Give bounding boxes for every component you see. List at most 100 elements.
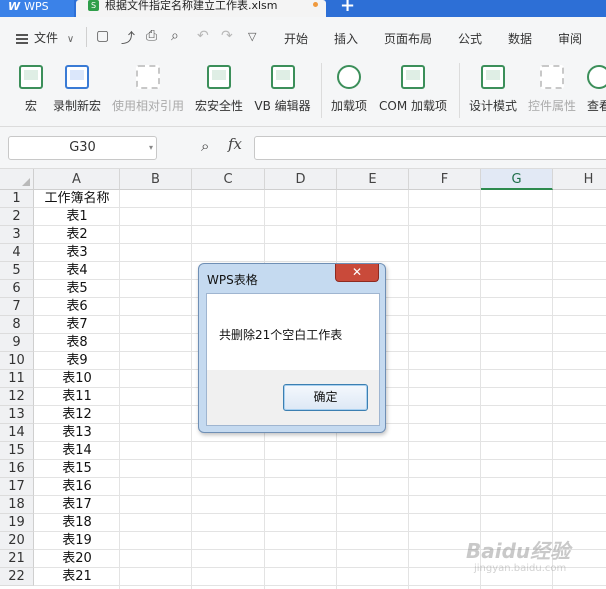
column-header-d[interactable]: D [265, 169, 337, 190]
table-cell[interactable]: 表10 [34, 370, 120, 388]
column-header-g[interactable]: G [481, 169, 553, 190]
table-cell[interactable]: 表19 [34, 532, 120, 550]
row-header[interactable]: 12 [0, 388, 34, 406]
row-header[interactable]: 6 [0, 280, 34, 298]
customize-quick-access-icon[interactable]: ▽ [248, 30, 256, 43]
table-cell[interactable]: 表3 [34, 244, 120, 262]
table-cell[interactable]: 表5 [34, 280, 120, 298]
zoom-search-icon[interactable]: ⌕ [201, 137, 209, 155]
vb-editor-icon [270, 65, 295, 89]
table-cell[interactable]: 表1 [34, 208, 120, 226]
row-header[interactable]: 7 [0, 298, 34, 316]
row-header[interactable]: 1 [0, 190, 34, 208]
macro-security-button[interactable]: 宏安全性 [194, 65, 244, 114]
table-cell[interactable]: 表18 [34, 514, 120, 532]
design-mode-label: 设计模式 [468, 99, 517, 113]
column-header-e[interactable]: E [337, 169, 409, 190]
control-properties-button[interactable]: 控件属性 [527, 65, 577, 114]
print-icon[interactable]: ⎙ [146, 28, 157, 44]
row-header[interactable]: 16 [0, 460, 34, 478]
table-cell[interactable]: 表17 [34, 496, 120, 514]
design-mode-button[interactable]: 设计模式 [468, 65, 518, 114]
menu-item-review[interactable]: 审阅 [558, 30, 582, 47]
formula-input[interactable] [254, 136, 606, 160]
row-header[interactable]: 4 [0, 244, 34, 262]
column-header-f[interactable]: F [409, 169, 481, 190]
record-macro-button[interactable]: 录制新宏 [52, 65, 102, 114]
app-tab[interactable]: W WPS [0, 0, 74, 17]
menu-item-insert[interactable]: 插入 [334, 30, 358, 47]
close-button[interactable]: ✕ [335, 264, 379, 282]
table-cell[interactable]: 表13 [34, 424, 120, 442]
table-cell[interactable]: 表9 [34, 352, 120, 370]
table-cell[interactable]: 表16 [34, 478, 120, 496]
menu-item-page-layout[interactable]: 页面布局 [384, 30, 432, 47]
column-gridline [191, 190, 192, 589]
table-cell[interactable]: 表12 [34, 406, 120, 424]
gear-icon [337, 65, 361, 89]
table-cell[interactable]: 表4 [34, 262, 120, 280]
watermark-url: jingyan.baidu.com [474, 563, 567, 574]
vb-editor-button[interactable]: VB 编辑器 [254, 65, 311, 114]
column-header-b[interactable]: B [120, 169, 192, 190]
row-header[interactable]: 18 [0, 496, 34, 514]
name-box[interactable]: G30 ▾ [8, 136, 157, 160]
add-ins-button[interactable]: 加载项 [330, 65, 368, 114]
row-header[interactable]: 17 [0, 478, 34, 496]
select-all-corner[interactable] [0, 169, 34, 190]
row-header[interactable]: 10 [0, 352, 34, 370]
row-header[interactable]: 14 [0, 424, 34, 442]
hamburger-icon [16, 32, 28, 46]
com-add-ins-button[interactable]: COM 加载项 [377, 65, 449, 114]
row-header[interactable]: 11 [0, 370, 34, 388]
table-cell[interactable]: 表7 [34, 316, 120, 334]
row-header[interactable]: 21 [0, 550, 34, 568]
row-header[interactable]: 22 [0, 568, 34, 586]
relative-reference-button[interactable]: 使用相对引用 [111, 65, 185, 114]
row-header[interactable]: 20 [0, 532, 34, 550]
row-header[interactable]: 5 [0, 262, 34, 280]
menu-item-formulas[interactable]: 公式 [458, 30, 482, 47]
row-header[interactable]: 8 [0, 316, 34, 334]
view-code-button[interactable]: 查看 [586, 65, 606, 114]
new-tab-button[interactable]: + [340, 0, 355, 15]
row-header[interactable]: 19 [0, 514, 34, 532]
menu-item-home[interactable]: 开始 [284, 30, 308, 47]
table-cell[interactable]: 表21 [34, 568, 120, 586]
unsaved-dot-icon [313, 2, 318, 7]
ok-button[interactable]: 确定 [283, 384, 368, 411]
file-tab[interactable]: S 根据文件指定名称建立工作表.xlsm [76, 0, 326, 17]
row-header[interactable]: 9 [0, 334, 34, 352]
table-cell[interactable]: 表2 [34, 226, 120, 244]
undo-icon[interactable]: ↶ [197, 28, 209, 44]
column-header-a[interactable]: A [34, 169, 120, 190]
title-tab-bar: W WPS S 根据文件指定名称建立工作表.xlsm + [0, 0, 606, 17]
dialog-title: WPS表格 [207, 273, 258, 287]
insert-function-button[interactable]: fx [228, 135, 242, 153]
message-dialog: WPS表格 ✕ 共删除21个空白工作表 确定 [198, 263, 386, 433]
menu-item-data[interactable]: 数据 [508, 30, 532, 47]
row-header[interactable]: 13 [0, 406, 34, 424]
column-header-h[interactable]: H [553, 169, 606, 190]
column-header-c[interactable]: C [192, 169, 265, 190]
control-properties-icon [540, 65, 564, 89]
save-icon[interactable]: ▢ [96, 28, 109, 44]
menu-divider [86, 27, 87, 47]
row-header[interactable]: 2 [0, 208, 34, 226]
file-menu-button[interactable]: 文件 ∨ [16, 29, 74, 46]
export-pdf-icon[interactable]: ⤴ [121, 28, 135, 48]
chevron-down-icon[interactable]: ▾ [149, 137, 153, 159]
table-cell[interactable]: 表15 [34, 460, 120, 478]
header-cell[interactable]: 工作簿名称 [34, 190, 120, 208]
table-cell[interactable]: 表8 [34, 334, 120, 352]
redo-icon[interactable]: ↷ [221, 28, 233, 44]
print-preview-icon[interactable]: ⌕ [171, 28, 179, 44]
menu-bar: 文件 ∨ ▢ ⤴ ⎙ ⌕ ↶ ↷ ▽ 开始 插入 页面布局 公式 数据 审阅 [0, 17, 606, 57]
table-cell[interactable]: 表6 [34, 298, 120, 316]
macro-button[interactable]: 宏 [18, 65, 44, 114]
row-header[interactable]: 3 [0, 226, 34, 244]
table-cell[interactable]: 表14 [34, 442, 120, 460]
table-cell[interactable]: 表20 [34, 550, 120, 568]
table-cell[interactable]: 表11 [34, 388, 120, 406]
row-header[interactable]: 15 [0, 442, 34, 460]
